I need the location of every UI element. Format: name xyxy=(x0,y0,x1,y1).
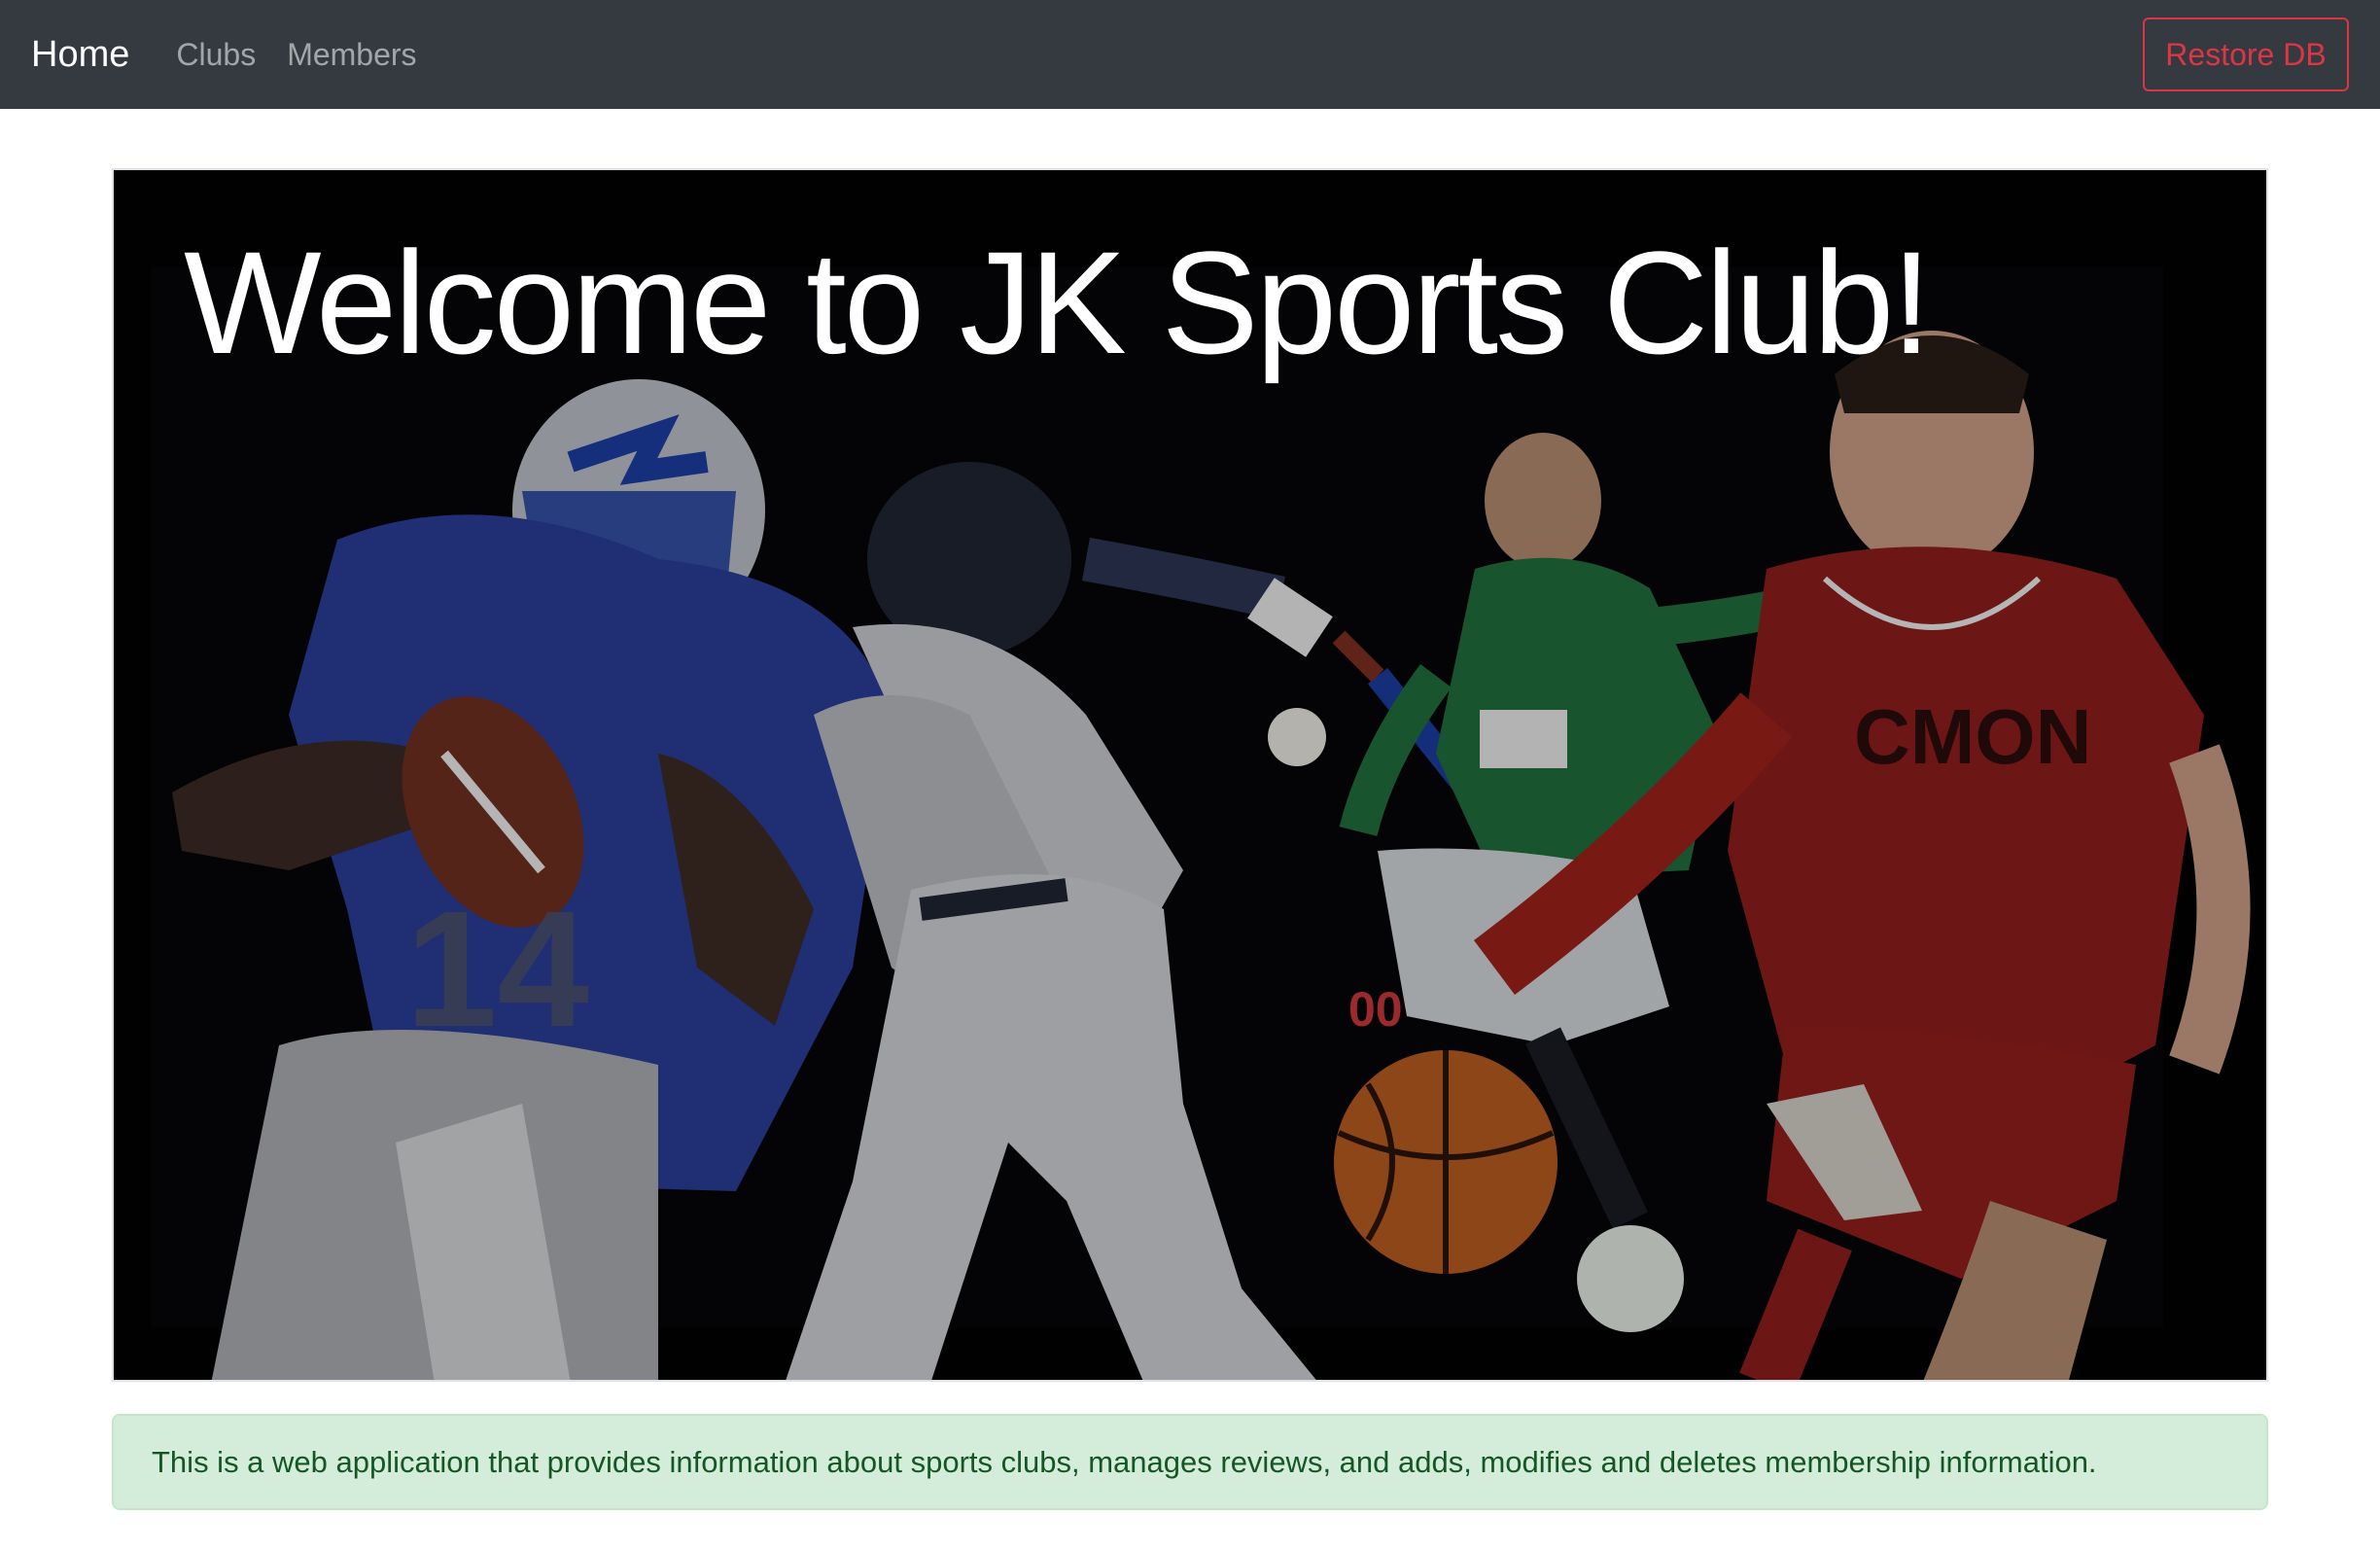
hero-title: Welcome to JK Sports Club! xyxy=(184,221,1932,384)
info-alert: This is a web application that provides … xyxy=(112,1414,2268,1510)
nav-clubs-link[interactable]: Clubs xyxy=(176,37,256,73)
top-navbar: Home Clubs Members Restore DB xyxy=(0,0,2380,109)
hero-banner: 14 00 xyxy=(112,168,2268,1382)
info-alert-text: This is a web application that provides … xyxy=(152,1444,2097,1479)
nav-home-link[interactable]: Home xyxy=(31,34,129,76)
nav-members-link[interactable]: Members xyxy=(287,37,416,73)
restore-db-button[interactable]: Restore DB xyxy=(2143,18,2349,91)
